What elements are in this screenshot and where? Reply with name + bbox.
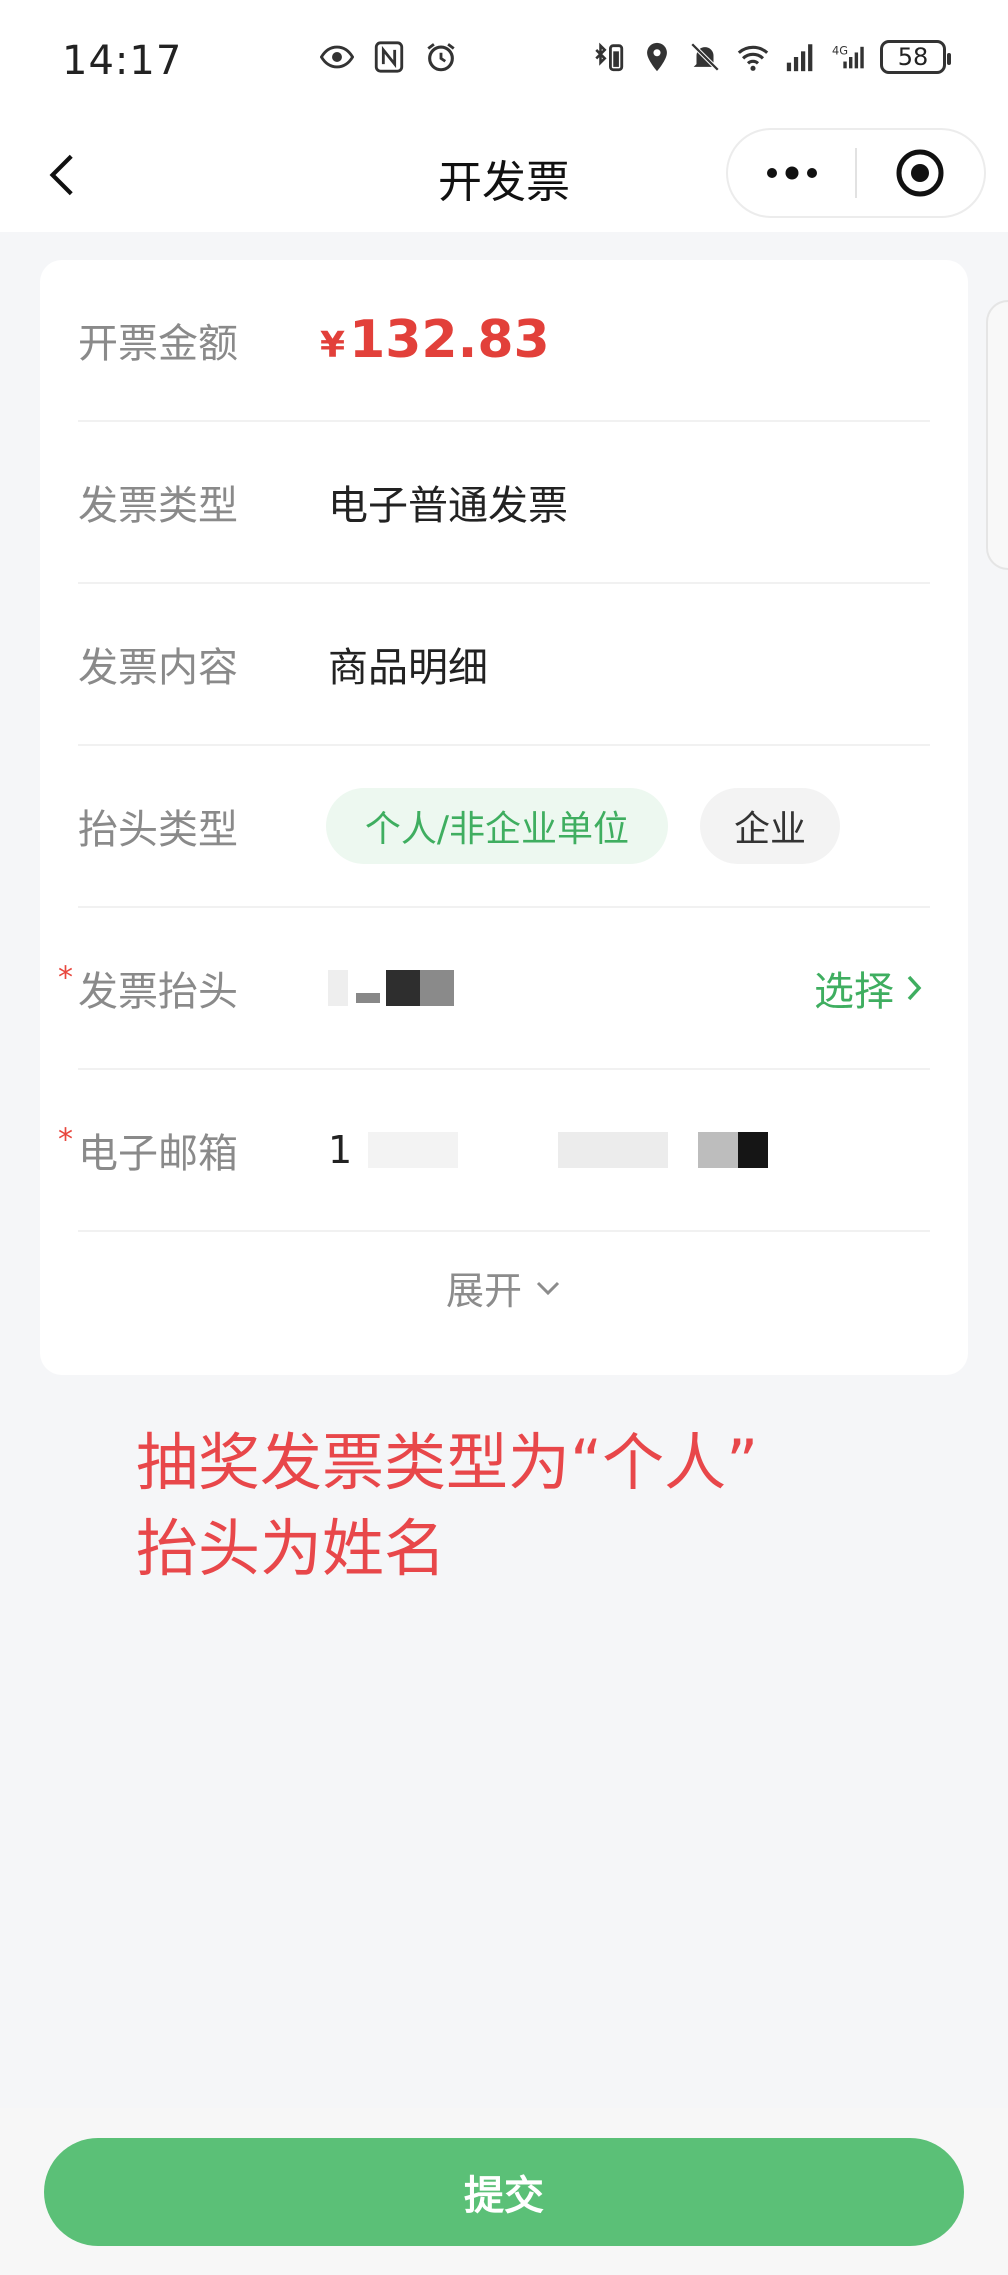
invoice-content-value: 商品明细	[328, 645, 488, 691]
redacted-title-part	[356, 993, 380, 1003]
annotation-text: 抽奖发票类型为“个人” 抬头为姓名	[136, 1420, 936, 1592]
chevron-right-icon	[907, 975, 922, 1001]
battery-indicator: 58	[880, 40, 951, 74]
invoice-title-label: 发票抬头	[78, 969, 238, 1015]
amount-row: 开票金额 ¥132.83	[78, 260, 930, 422]
redacted-email-part	[558, 1132, 668, 1168]
bottom-bar: 提交	[0, 2108, 1008, 2275]
status-time: 14:17	[62, 38, 183, 84]
battery-level: 58	[897, 43, 929, 71]
invoice-type-row: 发票类型 电子普通发票	[78, 422, 930, 584]
signal-icon	[786, 44, 813, 72]
mini-program-capsule	[726, 128, 986, 218]
side-floating-tab[interactable]	[986, 300, 1008, 570]
title-type-personal-chip[interactable]: 个人/非企业单位	[326, 788, 668, 864]
status-bar: 14:17 4G 58	[0, 0, 1008, 120]
amount-value: ¥132.83	[320, 310, 550, 370]
more-button[interactable]	[728, 128, 855, 218]
submit-button[interactable]: 提交	[44, 2138, 964, 2246]
nfc-icon	[374, 41, 404, 73]
target-circle-icon	[896, 149, 944, 197]
required-mark: *	[58, 1122, 73, 1158]
invoice-title-row[interactable]: * 发票抬头 选择	[58, 908, 930, 1070]
redacted-email-part	[698, 1132, 738, 1168]
wifi-icon	[737, 45, 769, 71]
more-dots-icon	[766, 166, 817, 180]
email-row[interactable]: * 电子邮箱 1	[58, 1070, 930, 1232]
status-icons-right: 4G 58	[592, 40, 951, 74]
currency-symbol: ¥	[320, 325, 346, 366]
mute-bell-icon	[690, 42, 720, 72]
annotation-line-1: 抽奖发票类型为“个人”	[136, 1426, 759, 1499]
select-title-label: 选择	[814, 969, 894, 1015]
redacted-title-part	[386, 970, 420, 1006]
chevron-down-icon	[536, 1281, 560, 1295]
status-icons-left	[320, 40, 458, 74]
redacted-email-part	[738, 1132, 768, 1168]
email-label: 电子邮箱	[78, 1131, 238, 1177]
email-value-partial: 1	[328, 1128, 353, 1172]
bluetooth-battery-icon	[595, 42, 624, 72]
alarm-icon	[427, 43, 455, 72]
close-mini-program-button[interactable]	[857, 128, 984, 218]
annotation-line-2: 抬头为姓名	[136, 1512, 447, 1585]
title-type-row: 抬头类型 个人/非企业单位 企业	[78, 746, 930, 908]
redacted-email-part	[368, 1132, 458, 1168]
amount-label: 开票金额	[78, 321, 238, 367]
svg-text:4G: 4G	[832, 44, 848, 58]
location-icon	[647, 42, 667, 72]
invoice-content-label: 发票内容	[78, 645, 238, 691]
nav-bar: 开发票	[0, 120, 1008, 232]
select-title-button[interactable]: 选择	[814, 959, 924, 1017]
amount-number: 132.83	[349, 310, 550, 370]
signal-4g-icon: 4G	[832, 44, 864, 69]
expand-toggle[interactable]: 展开	[40, 1260, 968, 1315]
title-type-label: 抬头类型	[78, 807, 238, 853]
invoice-content-row: 发票内容 商品明细	[78, 584, 930, 746]
eye-icon	[320, 45, 354, 69]
title-type-company-chip[interactable]: 企业	[700, 788, 840, 864]
required-mark: *	[58, 960, 73, 996]
redacted-title-part	[420, 970, 454, 1006]
invoice-form-card: 开票金额 ¥132.83 发票类型 电子普通发票 发票内容 商品明细 抬头类型 …	[40, 260, 968, 1375]
invoice-type-value: 电子普通发票	[328, 483, 568, 529]
redacted-title-part	[328, 970, 348, 1006]
expand-label: 展开	[445, 1269, 522, 1313]
invoice-type-label: 发票类型	[78, 483, 238, 529]
